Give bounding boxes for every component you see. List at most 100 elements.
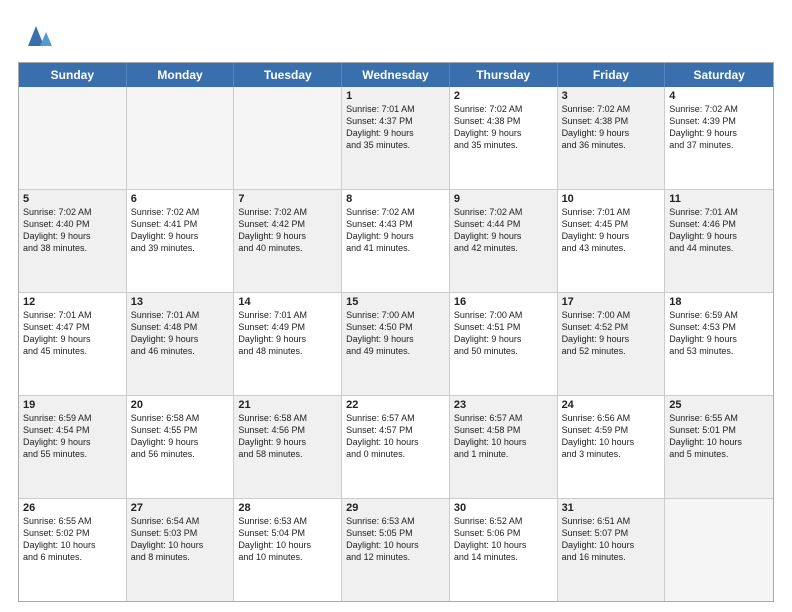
calendar-row-2: 5Sunrise: 7:02 AM Sunset: 4:40 PM Daylig… <box>19 190 773 293</box>
day-cell-31: 31Sunrise: 6:51 AM Sunset: 5:07 PM Dayli… <box>558 499 666 601</box>
day-info: Sunrise: 7:02 AM Sunset: 4:43 PM Dayligh… <box>346 206 445 255</box>
day-info: Sunrise: 6:57 AM Sunset: 4:57 PM Dayligh… <box>346 412 445 461</box>
day-number: 5 <box>23 193 122 205</box>
day-cell-21: 21Sunrise: 6:58 AM Sunset: 4:56 PM Dayli… <box>234 396 342 498</box>
day-info: Sunrise: 7:02 AM Sunset: 4:39 PM Dayligh… <box>669 103 769 152</box>
weekday-header-monday: Monday <box>127 63 235 87</box>
header <box>18 18 774 54</box>
calendar-row-3: 12Sunrise: 7:01 AM Sunset: 4:47 PM Dayli… <box>19 293 773 396</box>
day-number: 2 <box>454 90 553 102</box>
day-cell-7: 7Sunrise: 7:02 AM Sunset: 4:42 PM Daylig… <box>234 190 342 292</box>
day-cell-3: 3Sunrise: 7:02 AM Sunset: 4:38 PM Daylig… <box>558 87 666 189</box>
day-info: Sunrise: 6:59 AM Sunset: 4:53 PM Dayligh… <box>669 309 769 358</box>
day-cell-24: 24Sunrise: 6:56 AM Sunset: 4:59 PM Dayli… <box>558 396 666 498</box>
day-number: 22 <box>346 399 445 411</box>
day-cell-26: 26Sunrise: 6:55 AM Sunset: 5:02 PM Dayli… <box>19 499 127 601</box>
day-cell-16: 16Sunrise: 7:00 AM Sunset: 4:51 PM Dayli… <box>450 293 558 395</box>
day-number: 17 <box>562 296 661 308</box>
day-cell-19: 19Sunrise: 6:59 AM Sunset: 4:54 PM Dayli… <box>19 396 127 498</box>
day-info: Sunrise: 6:55 AM Sunset: 5:01 PM Dayligh… <box>669 412 769 461</box>
day-info: Sunrise: 7:01 AM Sunset: 4:46 PM Dayligh… <box>669 206 769 255</box>
logo-icon <box>18 18 54 54</box>
day-info: Sunrise: 6:57 AM Sunset: 4:58 PM Dayligh… <box>454 412 553 461</box>
weekday-header-thursday: Thursday <box>450 63 558 87</box>
day-number: 28 <box>238 502 337 514</box>
day-cell-20: 20Sunrise: 6:58 AM Sunset: 4:55 PM Dayli… <box>127 396 235 498</box>
day-number: 8 <box>346 193 445 205</box>
empty-cell <box>19 87 127 189</box>
empty-cell <box>234 87 342 189</box>
weekday-header-saturday: Saturday <box>665 63 773 87</box>
day-cell-28: 28Sunrise: 6:53 AM Sunset: 5:04 PM Dayli… <box>234 499 342 601</box>
day-cell-6: 6Sunrise: 7:02 AM Sunset: 4:41 PM Daylig… <box>127 190 235 292</box>
day-info: Sunrise: 7:02 AM Sunset: 4:41 PM Dayligh… <box>131 206 230 255</box>
day-number: 29 <box>346 502 445 514</box>
day-info: Sunrise: 7:00 AM Sunset: 4:51 PM Dayligh… <box>454 309 553 358</box>
day-number: 25 <box>669 399 769 411</box>
day-info: Sunrise: 7:02 AM Sunset: 4:40 PM Dayligh… <box>23 206 122 255</box>
day-cell-22: 22Sunrise: 6:57 AM Sunset: 4:57 PM Dayli… <box>342 396 450 498</box>
day-info: Sunrise: 6:58 AM Sunset: 4:55 PM Dayligh… <box>131 412 230 461</box>
day-number: 10 <box>562 193 661 205</box>
day-cell-18: 18Sunrise: 6:59 AM Sunset: 4:53 PM Dayli… <box>665 293 773 395</box>
calendar-row-1: 1Sunrise: 7:01 AM Sunset: 4:37 PM Daylig… <box>19 87 773 190</box>
day-number: 12 <box>23 296 122 308</box>
day-info: Sunrise: 6:59 AM Sunset: 4:54 PM Dayligh… <box>23 412 122 461</box>
day-info: Sunrise: 7:01 AM Sunset: 4:47 PM Dayligh… <box>23 309 122 358</box>
page: SundayMondayTuesdayWednesdayThursdayFrid… <box>0 0 792 612</box>
day-number: 19 <box>23 399 122 411</box>
day-info: Sunrise: 6:54 AM Sunset: 5:03 PM Dayligh… <box>131 515 230 564</box>
weekday-header-friday: Friday <box>558 63 666 87</box>
day-number: 31 <box>562 502 661 514</box>
day-cell-2: 2Sunrise: 7:02 AM Sunset: 4:38 PM Daylig… <box>450 87 558 189</box>
weekday-header-sunday: Sunday <box>19 63 127 87</box>
day-number: 21 <box>238 399 337 411</box>
day-number: 15 <box>346 296 445 308</box>
day-info: Sunrise: 6:52 AM Sunset: 5:06 PM Dayligh… <box>454 515 553 564</box>
weekday-header-wednesday: Wednesday <box>342 63 450 87</box>
day-cell-25: 25Sunrise: 6:55 AM Sunset: 5:01 PM Dayli… <box>665 396 773 498</box>
day-info: Sunrise: 6:55 AM Sunset: 5:02 PM Dayligh… <box>23 515 122 564</box>
day-number: 3 <box>562 90 661 102</box>
calendar-row-5: 26Sunrise: 6:55 AM Sunset: 5:02 PM Dayli… <box>19 499 773 601</box>
day-number: 18 <box>669 296 769 308</box>
day-cell-1: 1Sunrise: 7:01 AM Sunset: 4:37 PM Daylig… <box>342 87 450 189</box>
day-info: Sunrise: 7:02 AM Sunset: 4:38 PM Dayligh… <box>562 103 661 152</box>
day-number: 1 <box>346 90 445 102</box>
day-info: Sunrise: 7:01 AM Sunset: 4:45 PM Dayligh… <box>562 206 661 255</box>
day-number: 9 <box>454 193 553 205</box>
day-info: Sunrise: 6:56 AM Sunset: 4:59 PM Dayligh… <box>562 412 661 461</box>
calendar: SundayMondayTuesdayWednesdayThursdayFrid… <box>18 62 774 602</box>
day-cell-23: 23Sunrise: 6:57 AM Sunset: 4:58 PM Dayli… <box>450 396 558 498</box>
day-cell-5: 5Sunrise: 7:02 AM Sunset: 4:40 PM Daylig… <box>19 190 127 292</box>
day-info: Sunrise: 7:02 AM Sunset: 4:42 PM Dayligh… <box>238 206 337 255</box>
day-cell-17: 17Sunrise: 7:00 AM Sunset: 4:52 PM Dayli… <box>558 293 666 395</box>
day-cell-4: 4Sunrise: 7:02 AM Sunset: 4:39 PM Daylig… <box>665 87 773 189</box>
day-info: Sunrise: 7:02 AM Sunset: 4:38 PM Dayligh… <box>454 103 553 152</box>
day-cell-30: 30Sunrise: 6:52 AM Sunset: 5:06 PM Dayli… <box>450 499 558 601</box>
logo <box>18 18 58 54</box>
day-number: 27 <box>131 502 230 514</box>
calendar-body: 1Sunrise: 7:01 AM Sunset: 4:37 PM Daylig… <box>19 87 773 601</box>
day-info: Sunrise: 6:53 AM Sunset: 5:05 PM Dayligh… <box>346 515 445 564</box>
day-number: 14 <box>238 296 337 308</box>
calendar-row-4: 19Sunrise: 6:59 AM Sunset: 4:54 PM Dayli… <box>19 396 773 499</box>
day-cell-14: 14Sunrise: 7:01 AM Sunset: 4:49 PM Dayli… <box>234 293 342 395</box>
day-number: 6 <box>131 193 230 205</box>
day-info: Sunrise: 7:00 AM Sunset: 4:52 PM Dayligh… <box>562 309 661 358</box>
day-cell-11: 11Sunrise: 7:01 AM Sunset: 4:46 PM Dayli… <box>665 190 773 292</box>
day-info: Sunrise: 7:01 AM Sunset: 4:48 PM Dayligh… <box>131 309 230 358</box>
day-number: 7 <box>238 193 337 205</box>
day-number: 30 <box>454 502 553 514</box>
day-number: 16 <box>454 296 553 308</box>
day-number: 13 <box>131 296 230 308</box>
day-cell-10: 10Sunrise: 7:01 AM Sunset: 4:45 PM Dayli… <box>558 190 666 292</box>
day-info: Sunrise: 7:02 AM Sunset: 4:44 PM Dayligh… <box>454 206 553 255</box>
day-info: Sunrise: 6:58 AM Sunset: 4:56 PM Dayligh… <box>238 412 337 461</box>
day-cell-27: 27Sunrise: 6:54 AM Sunset: 5:03 PM Dayli… <box>127 499 235 601</box>
day-info: Sunrise: 7:00 AM Sunset: 4:50 PM Dayligh… <box>346 309 445 358</box>
day-number: 11 <box>669 193 769 205</box>
day-cell-12: 12Sunrise: 7:01 AM Sunset: 4:47 PM Dayli… <box>19 293 127 395</box>
day-cell-9: 9Sunrise: 7:02 AM Sunset: 4:44 PM Daylig… <box>450 190 558 292</box>
day-cell-29: 29Sunrise: 6:53 AM Sunset: 5:05 PM Dayli… <box>342 499 450 601</box>
